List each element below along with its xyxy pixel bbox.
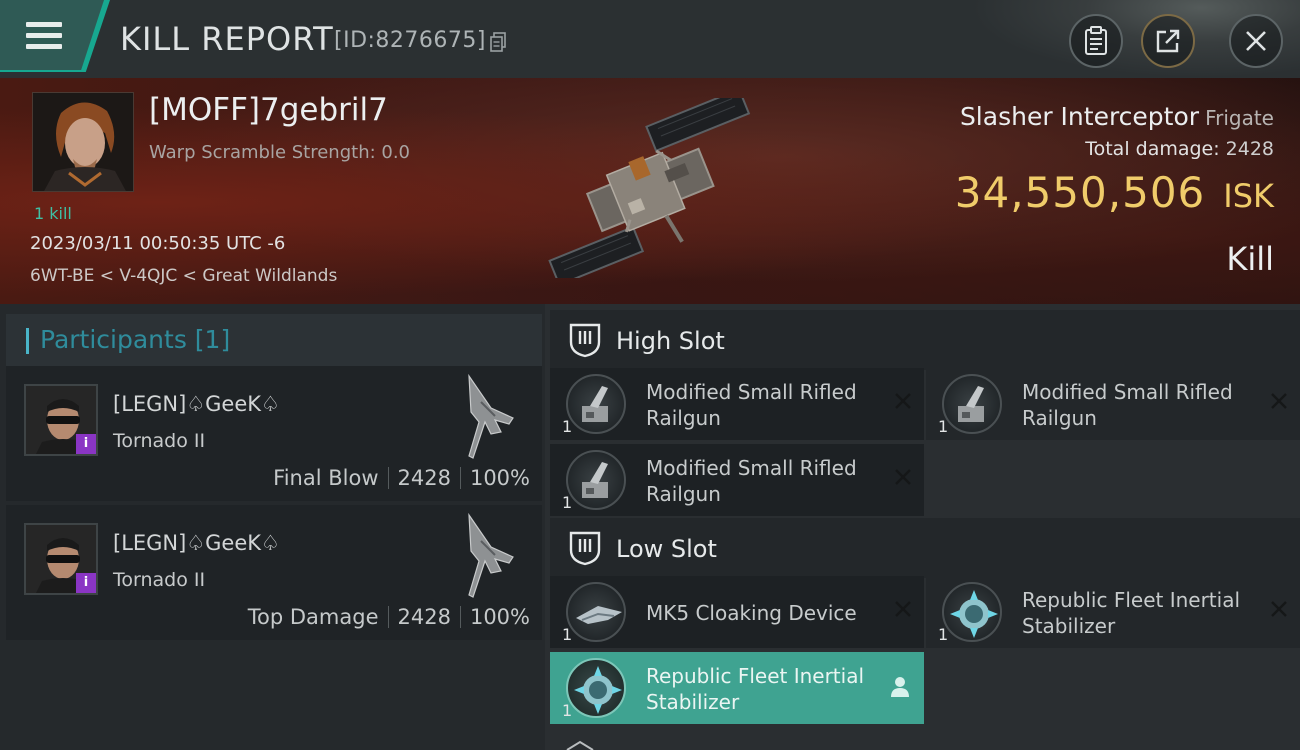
clipboard-icon [1085, 26, 1107, 55]
fitting-item-dropped[interactable]: 1 Republic Fleet Inertial Stabilizer [550, 652, 924, 724]
close-button[interactable] [1229, 14, 1283, 68]
inertial-stabilizer-icon [942, 582, 1002, 642]
destroyed-x-icon [895, 601, 911, 617]
destroyed-x-icon [1271, 393, 1287, 409]
victim-portrait[interactable] [32, 92, 134, 192]
participant-badge: i [76, 573, 96, 593]
item-quantity: 1 [562, 701, 573, 720]
item-name: Modified Small Rifled Railgun [1022, 380, 1233, 430]
participant-role: Final Blow [273, 466, 379, 490]
high-slot-title: High Slot [616, 327, 725, 355]
ship-name-text: Slasher Interceptor [959, 102, 1200, 131]
item-quantity: 1 [938, 417, 949, 436]
character-portrait-image [33, 93, 133, 191]
participant-name[interactable]: [LEGN]♤GeeK♤ [113, 392, 280, 416]
fitting-item[interactable]: 1 MK5 Cloaking Device [550, 576, 924, 648]
victim-banner: [MOFF]7gebril7 Warp Scramble Strength: 0… [0, 78, 1300, 304]
destroyed-x-icon [895, 469, 911, 485]
total-damage: Total damage: 2428 [1085, 138, 1274, 160]
participant-avatar[interactable]: i [24, 523, 98, 595]
next-slot-icon [566, 740, 594, 750]
warp-scramble-strength: Warp Scramble Strength: 0.0 [149, 142, 411, 163]
fitting-item[interactable]: 1 Republic Fleet Inertial Stabilizer [926, 576, 1300, 648]
participant-stats: Top Damage 2428 100% [248, 605, 530, 629]
item-name: Republic Fleet Inertial Stabilizer [646, 664, 865, 714]
item-quantity: 1 [562, 625, 573, 644]
railgun-icon [566, 374, 626, 434]
participant-role: Top Damage [247, 605, 379, 629]
total-damage-value: 2428 [1225, 138, 1274, 160]
fittings-panel: High Slot 1 Modified Small Rifled Railgu… [545, 304, 1300, 750]
victim-ship-image[interactable] [520, 98, 790, 278]
participant-avatar[interactable]: i [24, 384, 98, 456]
person-icon [891, 677, 909, 697]
participant-ship: Tornado II [113, 569, 206, 591]
participant-ship: Tornado II [113, 430, 206, 452]
destroyed-x-icon [1271, 601, 1287, 617]
kill-datetime: 2023/03/11 00:50:35 UTC -6 [30, 233, 286, 254]
kill-location[interactable]: 6WT-BE < V-4QJC < Great Wildlands [30, 266, 337, 286]
high-slot-icon [569, 323, 601, 358]
isk-amount: 34,550,506 [954, 168, 1206, 217]
ship-class: Frigate [1205, 106, 1274, 130]
participant-ship-image[interactable] [451, 511, 521, 601]
item-quantity: 1 [562, 493, 573, 512]
total-damage-label: Total damage: [1085, 138, 1220, 160]
fitting-item[interactable]: 1 Modified Small Rifled Railgun [550, 368, 924, 440]
hamburger-menu-icon[interactable] [26, 22, 62, 50]
item-name: Modified Small Rifled Railgun [646, 380, 857, 430]
victim-ship-name[interactable]: Slasher Interceptor Frigate [960, 102, 1274, 131]
report-id: [ID:8276675] [334, 28, 486, 53]
top-bar: KILL REPORT [ID:8276675] [0, 0, 1300, 78]
isk-value: 34,550,506 ISK [955, 168, 1274, 217]
victim-kill-count: 1 kill [34, 204, 72, 223]
inertial-stabilizer-icon [566, 658, 626, 718]
low-slot-title: Low Slot [616, 535, 717, 563]
participants-title: Participants [1] [40, 325, 231, 354]
high-slot-header: High Slot [550, 310, 1300, 370]
item-quantity: 1 [562, 417, 573, 436]
participant-damage: 2428 [397, 466, 451, 490]
menu-tab[interactable] [0, 0, 110, 72]
low-slot-icon [569, 531, 601, 566]
close-icon [1246, 31, 1266, 51]
item-quantity: 1 [938, 625, 949, 644]
railgun-icon [566, 450, 626, 510]
participant-damage-percent: 100% [469, 466, 530, 490]
share-icon [1156, 29, 1180, 53]
low-slot-header: Low Slot [550, 518, 1300, 578]
item-name: MK5 Cloaking Device [646, 601, 857, 625]
railgun-icon [942, 374, 1002, 434]
participant-stats: Final Blow 2428 100% [273, 466, 530, 490]
participants-panel: Participants [1] i [LEGN]♤GeeK♤ Tornado … [0, 304, 545, 750]
fitting-item[interactable]: 1 Modified Small Rifled Railgun [550, 444, 924, 516]
copy-id-icon[interactable] [490, 32, 506, 52]
isk-unit: ISK [1223, 177, 1274, 215]
result-label: Kill [1226, 240, 1274, 278]
page-title: KILL REPORT [120, 20, 334, 58]
clipboard-button[interactable] [1069, 14, 1123, 68]
participant-name[interactable]: [LEGN]♤GeeK♤ [113, 531, 280, 555]
participant-badge: i [76, 434, 96, 454]
share-button[interactable] [1141, 14, 1195, 68]
fitting-item[interactable]: 1 Modified Small Rifled Railgun [926, 368, 1300, 440]
participant-damage-percent: 100% [469, 605, 530, 629]
victim-name[interactable]: [MOFF]7gebril7 [149, 92, 388, 128]
participant-ship-image[interactable] [451, 372, 521, 462]
item-name: Republic Fleet Inertial Stabilizer [1022, 588, 1241, 638]
participant-row[interactable]: i [LEGN]♤GeeK♤ Tornado II Final Blow 2428… [6, 366, 542, 501]
cloaking-device-icon [566, 582, 626, 642]
participant-row[interactable]: i [LEGN]♤GeeK♤ Tornado II Top Damage 2428… [6, 505, 542, 640]
item-name: Modified Small Rifled Railgun [646, 456, 857, 506]
destroyed-x-icon [895, 393, 911, 409]
participants-header: Participants [1] [6, 314, 542, 368]
participant-damage: 2428 [397, 605, 451, 629]
